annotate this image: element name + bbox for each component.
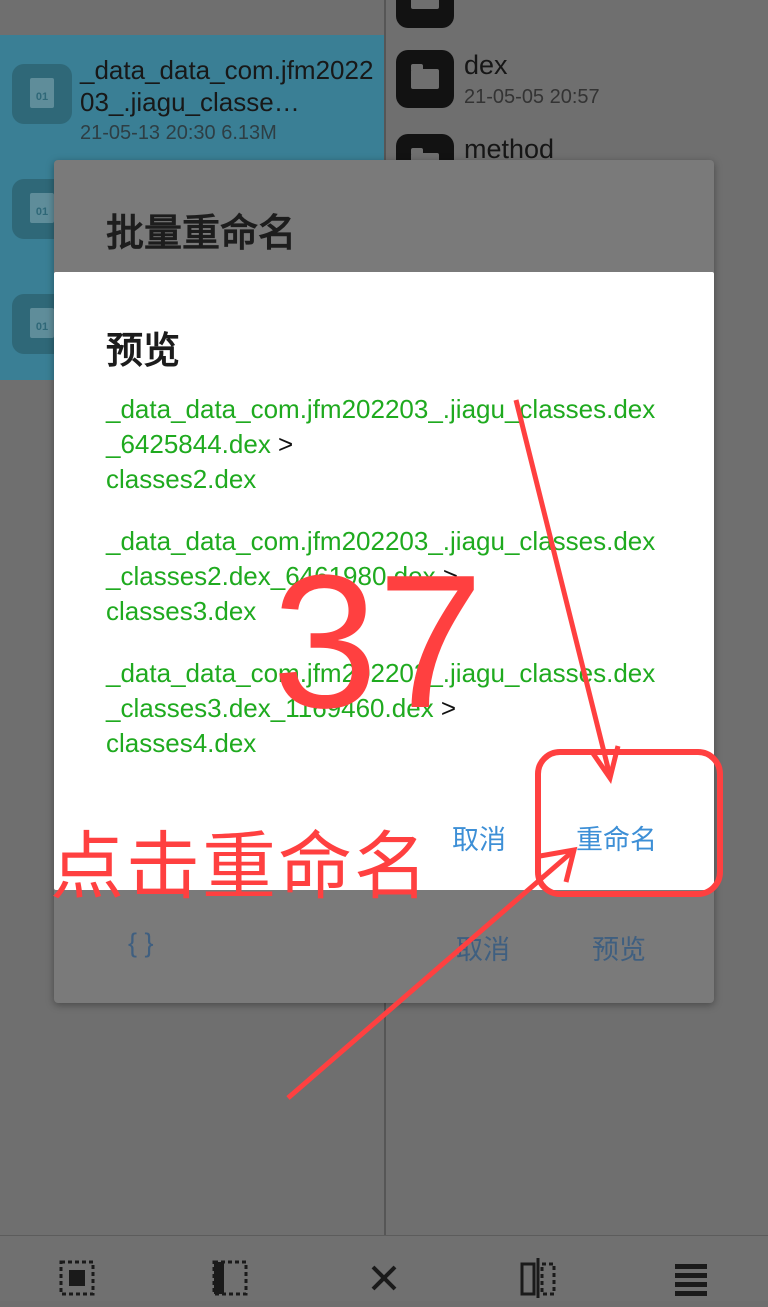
- preview-button[interactable]: 预览: [592, 928, 646, 967]
- rename-button[interactable]: 重命名: [576, 818, 657, 857]
- file-name: _data_data_com.jfm202203_.jiagu_classe…: [80, 55, 374, 117]
- binary-file-icon: 01: [12, 64, 72, 124]
- folder-meta: 21-05-05 20:57: [464, 86, 600, 108]
- cancel-button[interactable]: 取消: [456, 928, 510, 967]
- instruction-label: 点击重命名: [50, 825, 430, 908]
- list-icon[interactable]: [671, 1258, 711, 1298]
- folder-icon: [396, 0, 454, 28]
- arrow-separator: >: [270, 429, 294, 459]
- close-icon[interactable]: [364, 1258, 404, 1298]
- source-filename: _data_data_com.jfm202203_.jiagu_classes.…: [106, 394, 656, 459]
- list-item: _data_data_com.jfm202203_.jiagu_classes.…: [106, 392, 666, 497]
- select-all-icon[interactable]: [57, 1258, 97, 1298]
- select-range-icon[interactable]: [210, 1258, 250, 1298]
- folder-name: dex: [464, 50, 508, 80]
- file-meta: 21-05-13 20:30 6.13M: [80, 122, 277, 144]
- dialog-title: 预览: [106, 330, 180, 371]
- braces-button[interactable]: { }: [128, 928, 154, 959]
- cancel-button[interactable]: 取消: [452, 818, 506, 857]
- folder-row-dex[interactable]: dex 21-05-05 20:57: [386, 50, 768, 135]
- file-row[interactable]: 01 _data_data_com.jfm202203_.jiagu_class…: [0, 40, 384, 155]
- bottom-toolbar: [0, 1235, 768, 1301]
- folder-row[interactable]: [386, 0, 768, 55]
- folder-icon: [396, 50, 454, 108]
- target-filename: classes2.dex: [106, 464, 257, 494]
- split-view-icon[interactable]: [518, 1258, 558, 1298]
- dialog-title: 批量重命名: [106, 213, 297, 255]
- step-number: 37: [272, 536, 484, 748]
